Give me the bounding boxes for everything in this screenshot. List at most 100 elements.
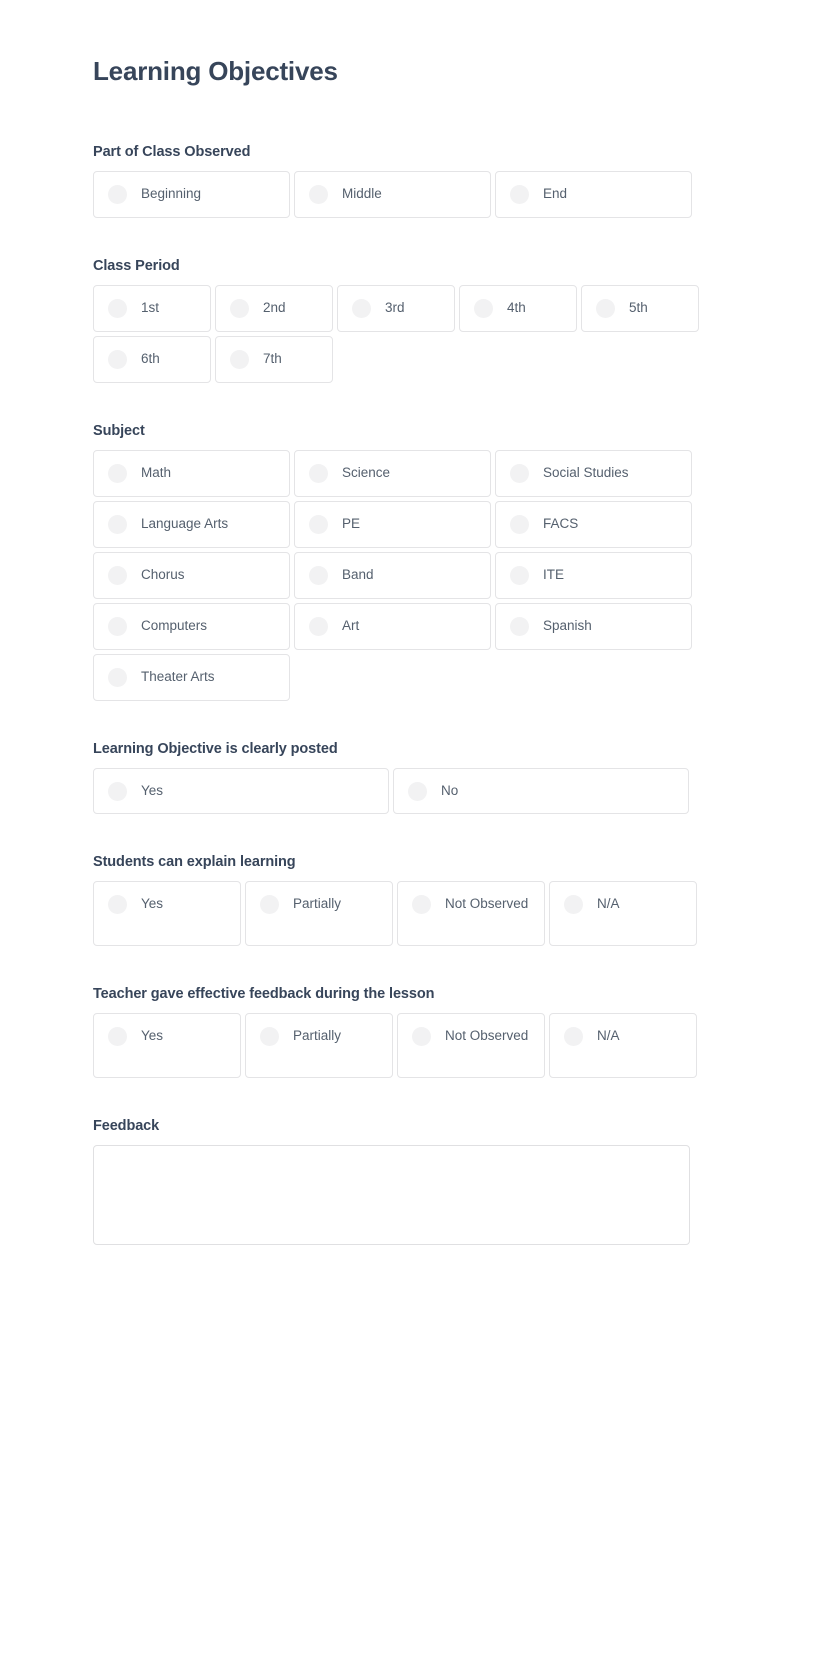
radio-icon[interactable] <box>108 514 127 534</box>
option-subject-1[interactable]: Science <box>294 449 491 497</box>
radio-icon[interactable] <box>108 463 127 483</box>
option-label: Chorus <box>141 566 185 582</box>
option-class_period-5[interactable]: 6th <box>93 336 211 383</box>
option-class_period-2[interactable]: 3rd <box>337 285 455 333</box>
radio-icon[interactable] <box>260 895 279 915</box>
option-students_can_explain_learning-1[interactable]: Partially <box>245 881 393 947</box>
option-teacher_gave_effective_feedback-2[interactable]: Not Observed <box>397 1013 545 1079</box>
option-label: Art <box>342 617 360 633</box>
radio-icon[interactable] <box>408 781 427 801</box>
option-label: 1st <box>141 300 160 316</box>
radio-icon[interactable] <box>510 514 529 534</box>
option-subject-9[interactable]: Computers <box>93 602 290 650</box>
section-title-teacher_gave_effective_feedback: Teacher gave effective feedback during t… <box>93 986 435 1003</box>
option-label: 6th <box>141 351 160 367</box>
option-teacher_gave_effective_feedback-3[interactable]: N/A <box>549 1013 697 1079</box>
option-label: N/A <box>597 896 620 912</box>
option-label: Beginning <box>141 186 202 202</box>
radio-icon[interactable] <box>510 185 529 205</box>
radio-icon[interactable] <box>596 299 615 319</box>
radio-icon[interactable] <box>108 616 127 636</box>
option-class_period-0[interactable]: 1st <box>93 285 211 333</box>
radio-icon[interactable] <box>309 616 328 636</box>
option-class_period-1[interactable]: 2nd <box>215 285 333 333</box>
radio-icon[interactable] <box>510 616 529 636</box>
radio-icon[interactable] <box>260 1027 279 1047</box>
option-label: Yes <box>141 1028 164 1044</box>
option-learning_objective_posted-0[interactable]: Yes <box>93 767 389 815</box>
option-part_of_class_observed-0[interactable]: Beginning <box>93 171 290 219</box>
option-teacher_gave_effective_feedback-1[interactable]: Partially <box>245 1013 393 1079</box>
option-label: 3rd <box>385 300 405 316</box>
radio-icon[interactable] <box>352 299 371 319</box>
option-learning_objective_posted-1[interactable]: No <box>393 767 689 815</box>
radio-icon[interactable] <box>108 565 127 585</box>
option-label: N/A <box>597 1028 620 1044</box>
radio-icon[interactable] <box>230 299 249 319</box>
option-class_period-3[interactable]: 4th <box>459 285 577 333</box>
option-subject-11[interactable]: Spanish <box>495 602 692 650</box>
radio-icon[interactable] <box>108 185 127 205</box>
section-teacher_gave_effective_feedback: Teacher gave effective feedback during t… <box>93 986 697 1079</box>
option-group-students_can_explain_learning: Yes Partially Not Observed N/A <box>93 881 697 947</box>
radio-icon[interactable] <box>510 463 529 483</box>
option-label: FACS <box>543 515 579 531</box>
section-part_of_class_observed: Part of Class Observed Beginning Middle End <box>93 144 692 219</box>
section-title-part_of_class_observed: Part of Class Observed <box>93 144 251 161</box>
option-subject-2[interactable]: Social Studies <box>495 449 692 497</box>
radio-icon[interactable] <box>309 514 328 534</box>
feedback-textarea[interactable] <box>93 1145 690 1246</box>
option-subject-12[interactable]: Theater Arts <box>93 653 290 701</box>
option-part_of_class_observed-1[interactable]: Middle <box>294 171 491 219</box>
option-teacher_gave_effective_feedback-0[interactable]: Yes <box>93 1013 241 1079</box>
option-part_of_class_observed-2[interactable]: End <box>495 171 692 219</box>
form-page: Learning Objectives Part of Class Observ… <box>0 0 840 1680</box>
section-subject: Subject Math Science Social Studies Language… <box>93 422 692 701</box>
option-students_can_explain_learning-0[interactable]: Yes <box>93 881 241 947</box>
option-subject-0[interactable]: Math <box>93 449 290 497</box>
option-group-part_of_class_observed: Beginning Middle End <box>93 171 692 219</box>
radio-icon[interactable] <box>108 299 127 319</box>
form-container: Learning Objectives Part of Class Observ… <box>93 56 699 1246</box>
radio-icon[interactable] <box>309 463 328 483</box>
option-subject-7[interactable]: Band <box>294 551 491 599</box>
radio-icon[interactable] <box>108 895 127 915</box>
option-subject-5[interactable]: FACS <box>495 500 692 548</box>
option-label: Not Observed <box>445 1028 529 1044</box>
radio-icon[interactable] <box>564 895 583 915</box>
option-subject-10[interactable]: Art <box>294 602 491 650</box>
option-class_period-4[interactable]: 5th <box>581 285 699 333</box>
option-students_can_explain_learning-2[interactable]: Not Observed <box>397 881 545 947</box>
option-group-class_period: 1st 2nd 3rd 4th 5th 6th 7th <box>93 285 699 383</box>
option-group-teacher_gave_effective_feedback: Yes Partially Not Observed N/A <box>93 1013 697 1079</box>
radio-icon[interactable] <box>564 1027 583 1047</box>
radio-icon[interactable] <box>108 1027 127 1047</box>
section-title-class_period: Class Period <box>93 258 180 275</box>
option-subject-8[interactable]: ITE <box>495 551 692 599</box>
radio-icon[interactable] <box>474 299 493 319</box>
option-label: Spanish <box>543 617 592 633</box>
option-label: PE <box>342 515 361 531</box>
option-label: Social Studies <box>543 464 629 480</box>
option-label: Band <box>342 566 374 582</box>
option-group-subject: Math Science Social Studies Language Arts PE… <box>93 449 692 701</box>
option-students_can_explain_learning-3[interactable]: N/A <box>549 881 697 947</box>
radio-icon[interactable] <box>412 895 431 915</box>
option-subject-6[interactable]: Chorus <box>93 551 290 599</box>
radio-icon[interactable] <box>108 781 127 801</box>
radio-icon[interactable] <box>108 350 127 370</box>
radio-icon[interactable] <box>309 565 328 585</box>
section-learning_objective_posted: Learning Objective is clearly posted Yes N… <box>93 741 689 815</box>
option-group-learning_objective_posted: Yes No <box>93 767 689 815</box>
option-class_period-6[interactable]: 7th <box>215 336 333 383</box>
option-subject-4[interactable]: PE <box>294 500 491 548</box>
radio-icon[interactable] <box>230 350 249 370</box>
radio-icon[interactable] <box>309 185 328 205</box>
page-title: Learning Objectives <box>93 56 338 86</box>
section-title-subject: Subject <box>93 422 145 439</box>
option-subject-3[interactable]: Language Arts <box>93 500 290 548</box>
radio-icon[interactable] <box>510 565 529 585</box>
option-label: No <box>441 782 459 798</box>
radio-icon[interactable] <box>108 667 127 687</box>
radio-icon[interactable] <box>412 1027 431 1047</box>
